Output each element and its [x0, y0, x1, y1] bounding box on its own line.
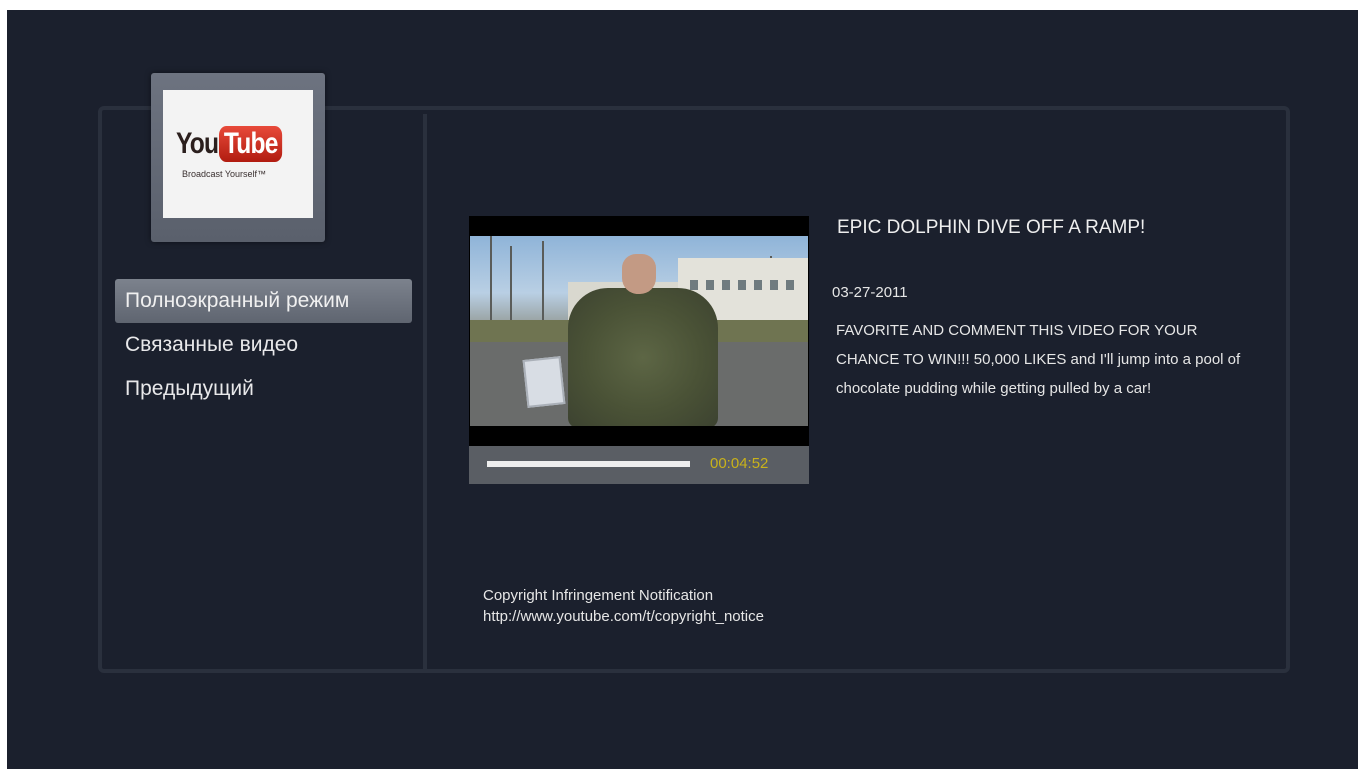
logo-word-tube: Tube [219, 126, 283, 162]
progress-track[interactable] [487, 461, 690, 467]
video-preview[interactable] [469, 216, 809, 446]
youtube-logo: You Tube Broadcast Yourself™ [163, 90, 313, 218]
menu-item-related-videos[interactable]: Связанные видео [115, 323, 412, 367]
tv-screen: You Tube Broadcast Yourself™ Полноэкранн… [7, 10, 1358, 769]
logo-tagline: Broadcast Yourself™ [182, 169, 267, 179]
video-duration: 00:04:52 [710, 455, 769, 472]
video-thumbnail [470, 236, 808, 426]
menu-item-fullscreen[interactable]: Полноэкранный режим [115, 279, 412, 323]
video-description: FAVORITE AND COMMENT THIS VIDEO FOR YOUR… [836, 322, 1241, 397]
logo-word-you: You [176, 127, 219, 160]
side-menu: Полноэкранный режим Связанные видео Пред… [115, 279, 412, 411]
copyright-link[interactable]: http://www.youtube.com/t/copyright_notic… [483, 606, 764, 627]
thumbnail-person [568, 288, 718, 426]
progress-fill [487, 461, 690, 467]
thumbnail-person-head [622, 254, 656, 294]
menu-item-previous[interactable]: Предыдущий [115, 367, 412, 411]
copyright-notice: Copyright Infringement Notification http… [483, 585, 764, 627]
video-title: EPIC DOLPHIN DIVE OFF A RAMP! [837, 217, 1146, 238]
thumbnail-sign [522, 356, 566, 408]
playback-bar: 00:04:52 [469, 446, 809, 484]
copyright-title: Copyright Infringement Notification [483, 587, 714, 604]
panel-divider [423, 114, 427, 669]
youtube-logo-tile: You Tube Broadcast Yourself™ [151, 73, 325, 242]
video-date: 03-27-2011 [832, 284, 908, 301]
